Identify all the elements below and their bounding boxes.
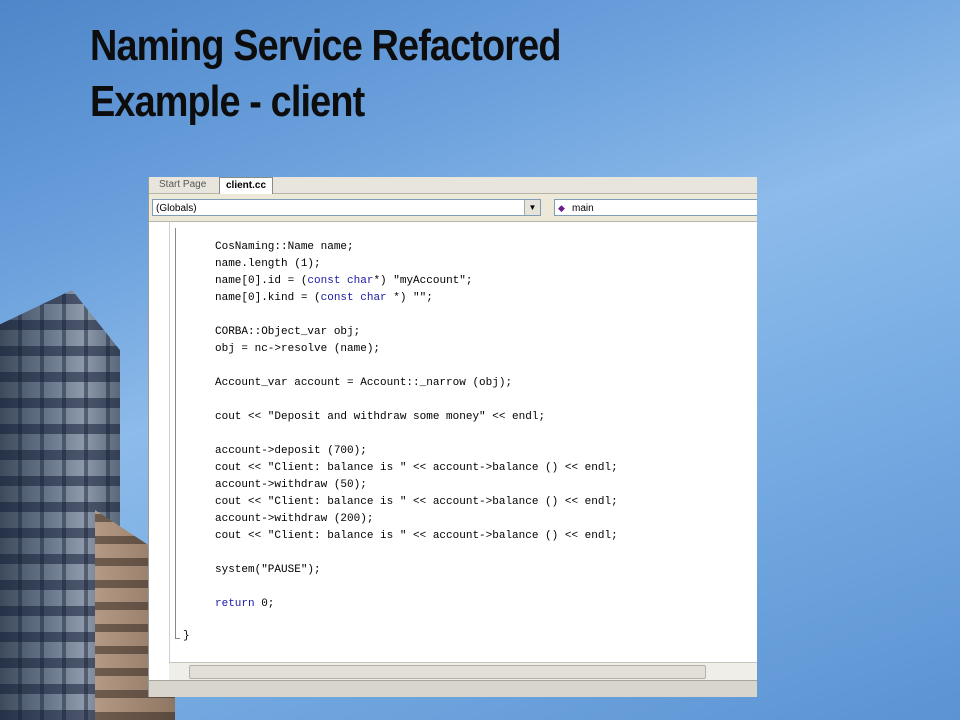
slide-title-line2: Example - client xyxy=(90,77,365,126)
code-line: cout << "Deposit and withdraw some money… xyxy=(215,411,546,423)
tab-client-cc[interactable]: client.cc xyxy=(219,177,274,194)
code-line: name.length (1); xyxy=(215,258,321,270)
slide-title: Naming Service Refactored Example - clie… xyxy=(90,18,561,130)
code-editor[interactable]: CosNaming::Name name;name.length (1);nam… xyxy=(149,222,757,662)
code-block: CosNaming::Name name;name.length (1);nam… xyxy=(215,239,618,613)
horizontal-scrollbar[interactable] xyxy=(169,662,757,680)
editor-tab-strip: Start Page client.cc xyxy=(149,177,757,194)
slide-title-line1: Naming Service Refactored xyxy=(90,21,561,70)
code-line: name[0].id = (const char*) "myAccount"; xyxy=(215,275,473,287)
scope-dropdown-value: (Globals) xyxy=(156,203,197,214)
editor-gutter xyxy=(149,222,170,662)
code-line: name[0].kind = (const char *) ""; xyxy=(215,292,433,304)
code-line: return 0; xyxy=(215,598,275,610)
code-line: account->deposit (700); xyxy=(215,445,367,457)
ide-window: Start Page client.cc (Globals) ▼ ◆ main C… xyxy=(148,177,757,697)
outline-bracket-end xyxy=(175,638,180,640)
code-line: account->withdraw (200); xyxy=(215,513,374,525)
chevron-down-icon[interactable]: ▼ xyxy=(524,200,540,215)
code-line: cout << "Client: balance is " << account… xyxy=(215,530,618,542)
code-line: account->withdraw (50); xyxy=(215,479,367,491)
code-line: system("PAUSE"); xyxy=(215,564,321,576)
output-pane-edge xyxy=(149,680,757,697)
code-line: cout << "Client: balance is " << account… xyxy=(215,496,618,508)
member-dropdown[interactable]: ◆ main xyxy=(554,199,757,216)
outline-bracket xyxy=(175,228,177,638)
code-line: Account_var account = Account::_narrow (… xyxy=(215,377,513,389)
scrollbar-thumb[interactable] xyxy=(189,665,706,679)
closing-brace: } xyxy=(183,630,190,642)
member-dropdown-value: main xyxy=(572,203,594,214)
tab-start-page[interactable]: Start Page xyxy=(153,177,212,193)
code-line: CosNaming::Name name; xyxy=(215,241,354,253)
code-line: cout << "Client: balance is " << account… xyxy=(215,462,618,474)
navigation-bar: (Globals) ▼ ◆ main xyxy=(149,194,757,222)
function-member-icon: ◆ xyxy=(558,203,565,213)
code-line: obj = nc->resolve (name); xyxy=(215,343,381,355)
code-line: CORBA::Object_var obj; xyxy=(215,326,361,338)
scope-dropdown[interactable]: (Globals) ▼ xyxy=(152,199,541,216)
